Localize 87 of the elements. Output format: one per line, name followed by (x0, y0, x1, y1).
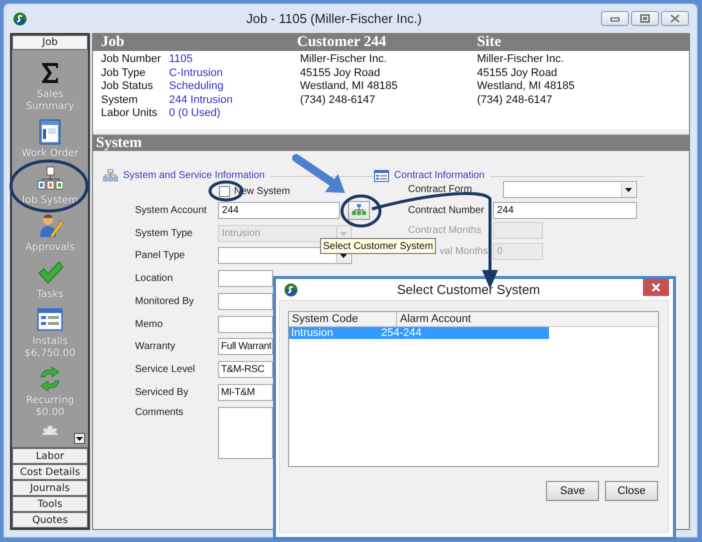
input-field[interactable] (218, 270, 273, 288)
sidebar-button[interactable]: Quotes (12, 512, 88, 528)
field-label: Memo (135, 318, 164, 330)
input-field[interactable]: T&M-RSC (218, 361, 273, 378)
dialog-title: Select Customer System (396, 282, 542, 297)
list-cell-text: Intrusion (290, 327, 334, 339)
dialog-button[interactable]: Close (605, 481, 658, 501)
field-link[interactable]: Scheduling (169, 80, 224, 94)
caret-icon (76, 436, 83, 440)
field-label: Job Type (101, 66, 146, 80)
pointer-arrow (292, 154, 345, 193)
column-header[interactable]: System Code (289, 312, 397, 326)
field-label: Monitored By (135, 296, 195, 307)
input-field[interactable]: MI-T&M (218, 384, 273, 401)
checkbox[interactable] (219, 186, 230, 196)
field-link[interactable]: C-Intrusion (169, 66, 223, 80)
field-label: System Account (135, 204, 208, 216)
scroll-down-button[interactable] (74, 433, 85, 444)
field-label: Contract Months (408, 225, 482, 236)
address-line: (734) 248-6147 (300, 94, 376, 107)
field-link[interactable]: 244 Intrusion (169, 94, 233, 107)
close-icon (651, 283, 661, 292)
org-chart-icon (103, 169, 118, 182)
org-chart-icon (352, 204, 366, 216)
address-line: Miller-Fischer Inc. (477, 53, 565, 66)
column-header[interactable]: Alarm Account (397, 312, 658, 326)
form-icon (37, 119, 63, 145)
list-icon (374, 170, 389, 182)
field-label: Job Status (101, 80, 154, 94)
app-logo-icon (284, 282, 298, 296)
field-link[interactable]: 1105 (169, 53, 193, 66)
list-icon (37, 307, 63, 333)
section-heading: Job (100, 34, 126, 51)
input-field[interactable] (218, 292, 273, 310)
input-field[interactable]: Full Warrant (218, 338, 273, 356)
close-button[interactable] (643, 279, 669, 296)
field-label: Contract Number (408, 204, 486, 216)
field-link[interactable]: 0 (0 Used) (169, 107, 220, 120)
annotation-ellipse (340, 194, 382, 228)
field-label: Service Level (135, 364, 196, 376)
sidebar-tab[interactable]: Job (12, 35, 88, 50)
close-icon (668, 12, 682, 25)
address-line: Miller-Fischer Inc. (300, 53, 388, 66)
org-chart-icon (37, 166, 63, 192)
sidebar-button[interactable]: Labor (12, 448, 88, 464)
checkmark-icon (37, 260, 63, 286)
address-line: Westland, MI 48185 (477, 80, 575, 94)
address-line: (734) 248-6147 (477, 94, 554, 107)
section-heading: Customer 244 (297, 34, 388, 51)
tooltip: Select Customer System (320, 238, 436, 254)
maximize-icon (638, 12, 652, 25)
group-title: System and Service Information (123, 170, 265, 181)
sidebar-item-amount: $6,750.00 (24, 348, 76, 360)
address-line: Westland, MI 48185 (300, 80, 399, 94)
address-line: 45155 Joy Road (477, 66, 558, 80)
input-field[interactable]: 244 (218, 202, 340, 219)
sidebar-item-amount: $0.00 (34, 407, 66, 419)
section-heading: Site (477, 34, 502, 51)
input-field[interactable]: 244 (493, 202, 637, 219)
field-label: Labor Units (101, 107, 158, 120)
close-button[interactable] (661, 11, 689, 26)
text-area[interactable] (218, 406, 273, 459)
input-field[interactable] (218, 316, 273, 333)
field-label: Panel Type (135, 250, 186, 262)
field-label: Comments (135, 406, 184, 418)
dialog-button[interactable]: Save (546, 481, 599, 501)
sidebar-button[interactable]: Journals (12, 480, 88, 496)
maximize-button[interactable] (631, 11, 659, 26)
section-heading-bar: System (93, 135, 689, 151)
minimize-button[interactable] (601, 11, 629, 26)
lookup-button[interactable] (348, 200, 370, 220)
sidebar-button[interactable]: Tools (12, 496, 88, 512)
field-label: System (101, 94, 139, 107)
sidebar-button[interactable]: Cost Details (12, 464, 88, 480)
dropdown-field[interactable] (503, 180, 637, 198)
address-line: 45155 Joy Road (300, 66, 382, 80)
field-label: Job Number (101, 53, 162, 66)
person-pencil-icon (37, 213, 63, 239)
window-title: Job - 1105 (Miller-Fischer Inc.) (245, 11, 423, 26)
app-logo-icon (13, 12, 27, 26)
field-label: Warranty (135, 341, 176, 352)
field-label: Contract Form (408, 184, 473, 195)
list-cell-text: 254-244 (380, 327, 422, 339)
group-title: Contract Information (394, 170, 485, 181)
field-label: System Type (135, 228, 194, 239)
field-label: Location (135, 273, 174, 284)
field-label: Serviced By (135, 386, 190, 398)
